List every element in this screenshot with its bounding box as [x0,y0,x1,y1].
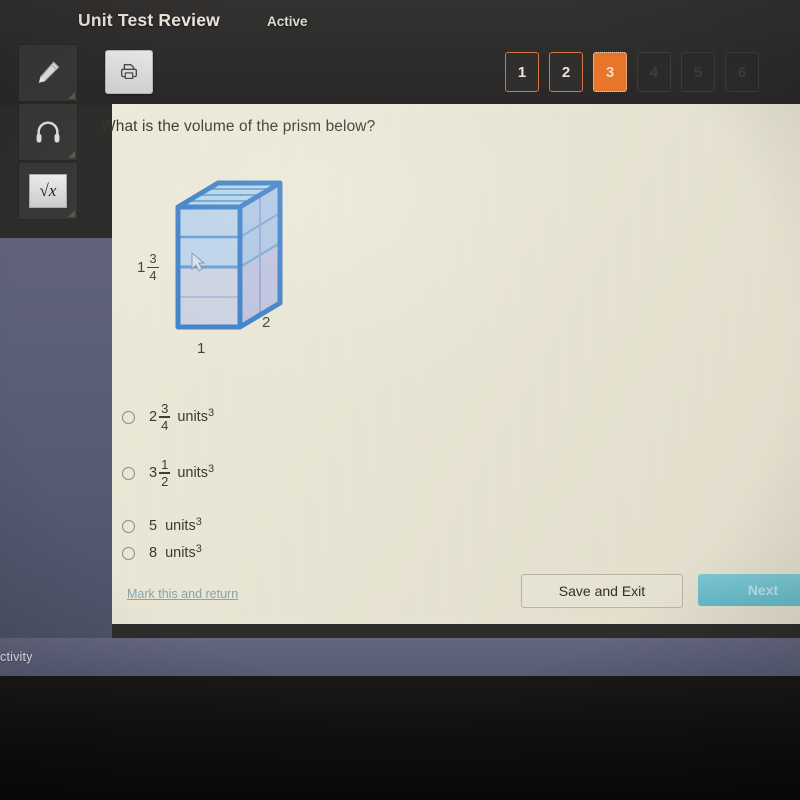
pager-item-6: 6 [725,52,759,92]
option-2-units: units [165,518,196,534]
mark-and-return-link[interactable]: Mark this and return [127,587,238,601]
option-0-denominator: 4 [161,418,169,434]
print-button[interactable] [105,50,153,94]
pager-item-2[interactable]: 2 [549,52,583,92]
option-1-exponent: 3 [207,463,215,475]
square-root-glyph: √x [39,181,57,200]
desktop-left-panel [0,238,112,642]
square-root-icon: √x [29,174,67,208]
option-0-fraction: 3 4 [159,400,171,434]
pager-item-4: 4 [637,52,671,92]
pager-item-3[interactable]: 3 [593,52,627,92]
option-1-whole: 3 [149,465,158,481]
option-1-fraction: 1 2 [159,456,171,490]
highlighter-tool-button[interactable] [18,44,78,102]
pager-item-1[interactable]: 1 [505,52,539,92]
taskbar [0,638,800,680]
question-prompt: What is the volume of the prism below? [101,118,376,135]
answer-option-label: 8 units 3 [149,543,202,561]
dimension-height-label: 1 3 4 [137,252,159,282]
save-and-exit-button[interactable]: Save and Exit [521,574,683,608]
headphones-icon [36,121,60,143]
height-numerator: 3 [149,251,157,266]
status-badge: Active [267,14,308,29]
dimension-width-label: 1 [197,340,206,357]
pencil-icon [38,61,60,84]
option-2-exponent: 3 [195,516,202,528]
answer-option[interactable]: 5 units 3 [122,513,214,539]
height-fraction: 3 4 [147,251,159,284]
dimension-depth-label: 2 [262,314,271,331]
option-0-exponent: 3 [207,407,215,419]
answer-option[interactable]: 8 units 3 [122,540,214,566]
option-1-numerator: 1 [161,456,169,472]
option-0-numerator: 3 [161,400,169,416]
page-title: Unit Test Review [78,10,220,30]
option-3-exponent: 3 [195,543,202,555]
answer-option-label: 5 units 3 [149,516,202,534]
option-3-whole: 8 [149,545,158,561]
option-2-whole: 5 [149,518,158,534]
option-0-whole: 2 [149,409,158,425]
printer-icon [120,63,138,80]
answer-option[interactable]: 3 1 2 units 3 [122,458,214,488]
answer-option[interactable]: 2 3 4 units 3 [122,402,214,432]
height-denominator: 4 [149,268,157,284]
radio-button[interactable] [122,466,135,480]
height-whole: 1 [137,258,146,276]
screenshot-root: ctivity Unit Test Review Active √x 1 2 3… [0,0,800,800]
option-3-units: units [165,545,196,561]
taskbar-label: ctivity [0,650,33,664]
option-1-denominator: 2 [161,474,169,490]
answer-option-label: 3 1 2 units 3 [149,458,214,488]
answer-option-label: 2 3 4 units 3 [149,402,214,432]
next-button[interactable]: Next [698,574,800,606]
question-pager: 1 2 3 4 5 6 [505,52,759,92]
audio-tool-button[interactable] [18,103,78,161]
radio-button[interactable] [122,410,135,424]
answer-options: 2 3 4 units 3 3 1 2 units 3 5 units 3 8 … [122,402,214,566]
option-1-units: units [177,465,208,481]
calculator-tool-button[interactable]: √x [18,162,78,220]
pager-item-5: 5 [681,52,715,92]
radio-button[interactable] [122,546,135,560]
radio-button[interactable] [122,519,135,533]
option-0-units: units [177,409,208,425]
monitor-bezel [0,676,800,800]
